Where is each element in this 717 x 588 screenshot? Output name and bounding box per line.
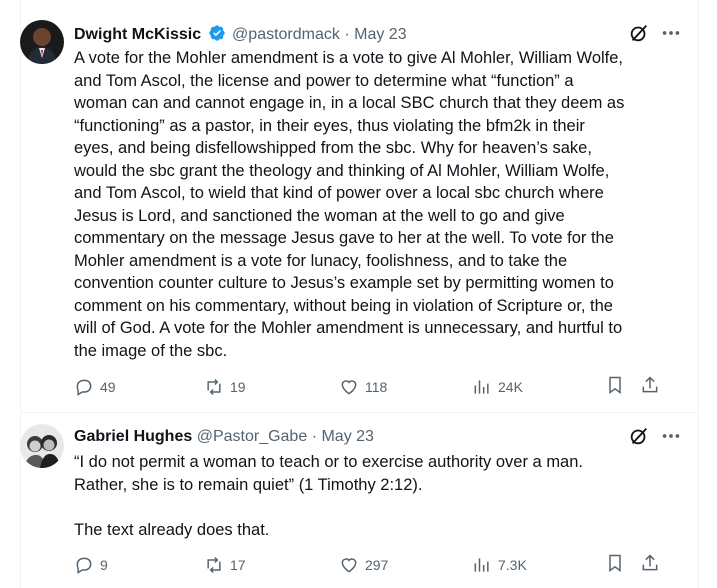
- reply-icon: [76, 379, 92, 396]
- tweet-header: Dwight McKissic @pastordmack · May 23: [74, 24, 407, 45]
- grok-icon[interactable]: [628, 425, 650, 447]
- tweet-actions: 9 17 297 7.3K: [74, 553, 664, 577]
- like-icon: [341, 380, 357, 395]
- repost-icon: [207, 556, 221, 574]
- views-count: 7.3K: [498, 557, 527, 573]
- tweet-actions: 49 19 118 24K: [74, 375, 664, 399]
- separator: ·: [344, 26, 350, 43]
- author-name[interactable]: Gabriel Hughes: [74, 428, 192, 445]
- like-icon: [341, 558, 357, 573]
- views-icon: [474, 380, 489, 394]
- repost-count: 19: [230, 379, 246, 395]
- repost-count: 17: [230, 557, 246, 573]
- bookmark-icon[interactable]: [605, 553, 625, 573]
- verified-badge-icon: [208, 24, 226, 42]
- like-button[interactable]: 118: [339, 375, 387, 399]
- views-icon: [474, 558, 489, 572]
- author-handle[interactable]: @Pastor_Gabe: [197, 428, 308, 445]
- post-date[interactable]: May 23: [321, 428, 373, 445]
- tweet-header: Gabriel Hughes @Pastor_Gabe · May 23: [74, 427, 374, 447]
- share-icon[interactable]: [640, 553, 660, 573]
- like-count: 118: [365, 379, 388, 395]
- tweet-text: “I do not permit a woman to teach or to …: [74, 453, 583, 539]
- avatar[interactable]: [20, 424, 64, 468]
- like-count: 297: [365, 557, 389, 573]
- avatar[interactable]: [20, 20, 64, 64]
- reply-count: 49: [100, 379, 116, 395]
- repost-button[interactable]: 19: [204, 375, 246, 399]
- more-icon[interactable]: [660, 22, 682, 44]
- reply-icon: [76, 557, 92, 574]
- repost-icon: [207, 378, 221, 396]
- timeline-border-left: [20, 0, 21, 588]
- reply-button[interactable]: 49: [74, 375, 116, 399]
- like-button[interactable]: 297: [339, 553, 388, 577]
- tweet-divider: [20, 412, 699, 413]
- more-icon[interactable]: [660, 425, 682, 447]
- views-button[interactable]: 24K: [472, 375, 523, 399]
- tweet-text: A vote for the Mohler amendment is a vot…: [74, 49, 625, 360]
- author-name[interactable]: Dwight McKissic: [74, 26, 201, 43]
- grok-icon[interactable]: [628, 22, 650, 44]
- share-icon[interactable]: [640, 375, 660, 395]
- post-date[interactable]: May 23: [354, 26, 406, 43]
- timeline-border-right: [698, 0, 699, 588]
- views-button[interactable]: 7.3K: [472, 553, 527, 577]
- reply-button[interactable]: 9: [74, 553, 108, 577]
- bookmark-icon[interactable]: [605, 375, 625, 395]
- separator: ·: [311, 428, 318, 445]
- reply-count: 9: [100, 557, 108, 573]
- author-handle[interactable]: @pastordmack: [232, 26, 340, 43]
- repost-button[interactable]: 17: [204, 553, 246, 577]
- views-count: 24K: [498, 379, 523, 395]
